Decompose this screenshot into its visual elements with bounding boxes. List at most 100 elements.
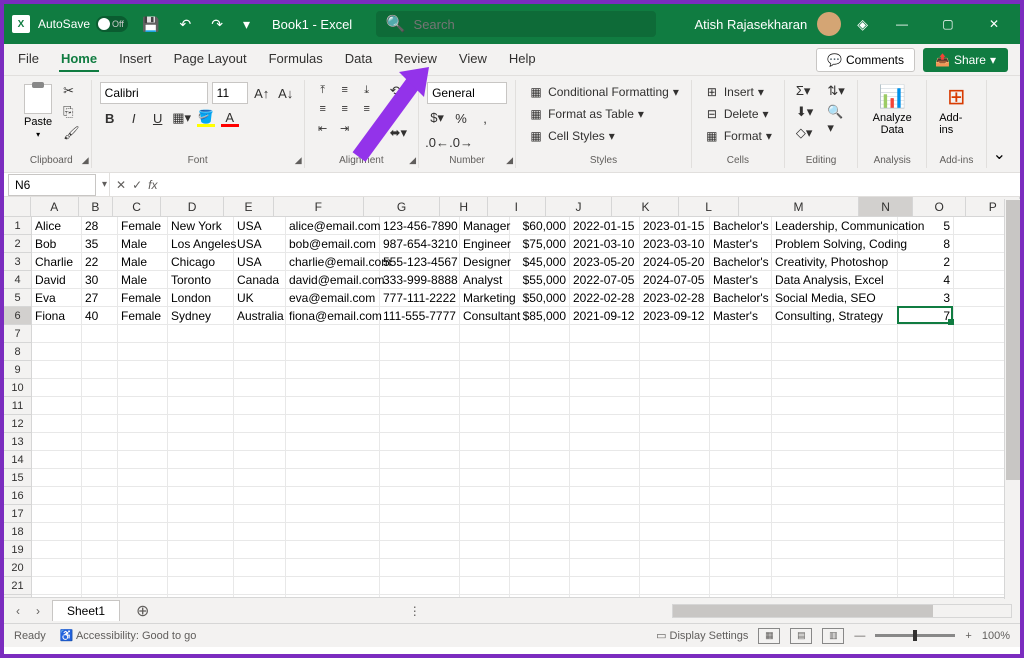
page-layout-view-icon[interactable]: ▤ [790, 628, 812, 644]
cell[interactable] [570, 487, 640, 505]
cell[interactable] [570, 343, 640, 361]
column-header[interactable]: H [440, 197, 488, 216]
cell[interactable] [286, 397, 380, 415]
cell[interactable] [710, 541, 772, 559]
cell[interactable]: 30 [82, 271, 118, 289]
cell[interactable]: USA [234, 235, 286, 253]
cell[interactable]: Los Angeles [168, 235, 234, 253]
horizontal-scrollbar[interactable] [672, 604, 1012, 618]
cell[interactable] [898, 397, 954, 415]
cell[interactable]: USA [234, 217, 286, 235]
cell[interactable] [898, 505, 954, 523]
cell[interactable]: Male [118, 253, 168, 271]
cell[interactable] [118, 505, 168, 523]
cell[interactable]: 987-654-3210 [380, 235, 460, 253]
cell[interactable] [32, 379, 82, 397]
cell[interactable] [710, 523, 772, 541]
cell[interactable] [640, 397, 710, 415]
cell[interactable]: Master's [710, 271, 772, 289]
bold-button[interactable]: B [100, 108, 120, 128]
cell[interactable]: 3 [898, 289, 954, 307]
cell[interactable] [168, 433, 234, 451]
cell[interactable] [898, 469, 954, 487]
cell[interactable] [898, 577, 954, 595]
cell[interactable] [286, 451, 380, 469]
cell[interactable] [510, 451, 570, 469]
cell[interactable]: Master's [710, 307, 772, 325]
cell[interactable] [640, 595, 710, 597]
cell[interactable] [168, 595, 234, 597]
cell[interactable] [898, 451, 954, 469]
cell[interactable] [82, 469, 118, 487]
cell[interactable] [510, 487, 570, 505]
cell[interactable] [710, 577, 772, 595]
align-left-icon[interactable]: ≡ [313, 101, 333, 117]
cell[interactable]: 555-123-4567 [380, 253, 460, 271]
cell[interactable]: 4 [898, 271, 954, 289]
cell[interactable] [286, 541, 380, 559]
cell[interactable] [380, 379, 460, 397]
zoom-slider[interactable] [875, 634, 955, 637]
cell[interactable] [954, 379, 1010, 397]
row-header[interactable]: 12 [4, 415, 32, 433]
cell[interactable] [118, 541, 168, 559]
cell[interactable]: 2022-02-28 [570, 289, 640, 307]
cell[interactable] [510, 541, 570, 559]
cell[interactable]: 2 [898, 253, 954, 271]
align-top-icon[interactable]: ⤒ [313, 82, 333, 98]
cell[interactable] [898, 361, 954, 379]
tab-formulas[interactable]: Formulas [267, 47, 325, 72]
cell[interactable] [570, 397, 640, 415]
cell[interactable] [772, 523, 898, 541]
cell[interactable] [954, 235, 1010, 253]
cell[interactable] [570, 325, 640, 343]
cell[interactable] [380, 505, 460, 523]
cell[interactable] [772, 379, 898, 397]
cell[interactable] [286, 487, 380, 505]
cell[interactable] [640, 541, 710, 559]
cell[interactable] [32, 451, 82, 469]
cell[interactable] [460, 523, 510, 541]
cell[interactable] [710, 343, 772, 361]
cell[interactable] [954, 253, 1010, 271]
merge-icon[interactable]: ⬌▾ [387, 124, 410, 142]
cell[interactable] [898, 523, 954, 541]
row-header[interactable]: 5 [4, 289, 32, 307]
cell[interactable]: Bachelor's [710, 289, 772, 307]
cell[interactable] [710, 397, 772, 415]
cell[interactable]: $55,000 [510, 271, 570, 289]
row-header[interactable]: 22 [4, 595, 32, 597]
cell[interactable] [82, 595, 118, 597]
cell[interactable] [168, 469, 234, 487]
cell[interactable]: 8 [898, 235, 954, 253]
cell[interactable] [510, 505, 570, 523]
cell[interactable]: 2023-01-15 [640, 217, 710, 235]
autosave-toggle[interactable]: AutoSave Off [38, 16, 128, 32]
cell[interactable]: 28 [82, 217, 118, 235]
cell[interactable] [32, 325, 82, 343]
cell[interactable] [710, 487, 772, 505]
wrap-text-icon[interactable]: ↩ [387, 103, 410, 121]
row-header[interactable]: 18 [4, 523, 32, 541]
search-box[interactable]: 🔍 [376, 11, 656, 37]
cell[interactable] [234, 541, 286, 559]
cell[interactable] [710, 505, 772, 523]
cell[interactable] [168, 397, 234, 415]
cell[interactable] [954, 289, 1010, 307]
cell[interactable]: fiona@email.com [286, 307, 380, 325]
sheet-options-icon[interactable]: ⋮ [409, 604, 421, 618]
cell[interactable] [510, 595, 570, 597]
qat-dropdown-icon[interactable]: ▾ [237, 12, 256, 37]
cell[interactable] [32, 397, 82, 415]
column-header[interactable]: F [274, 197, 364, 216]
analyze-data-button[interactable]: 📊Analyze Data [866, 82, 918, 138]
cell[interactable] [954, 343, 1010, 361]
row-header[interactable]: 2 [4, 235, 32, 253]
cell[interactable] [460, 325, 510, 343]
cell[interactable] [286, 559, 380, 577]
cell[interactable]: 2022-07-05 [570, 271, 640, 289]
currency-icon[interactable]: $▾ [427, 108, 447, 128]
cell[interactable] [234, 559, 286, 577]
name-box-dropdown-icon[interactable]: ▾ [100, 179, 109, 190]
cell[interactable] [82, 325, 118, 343]
